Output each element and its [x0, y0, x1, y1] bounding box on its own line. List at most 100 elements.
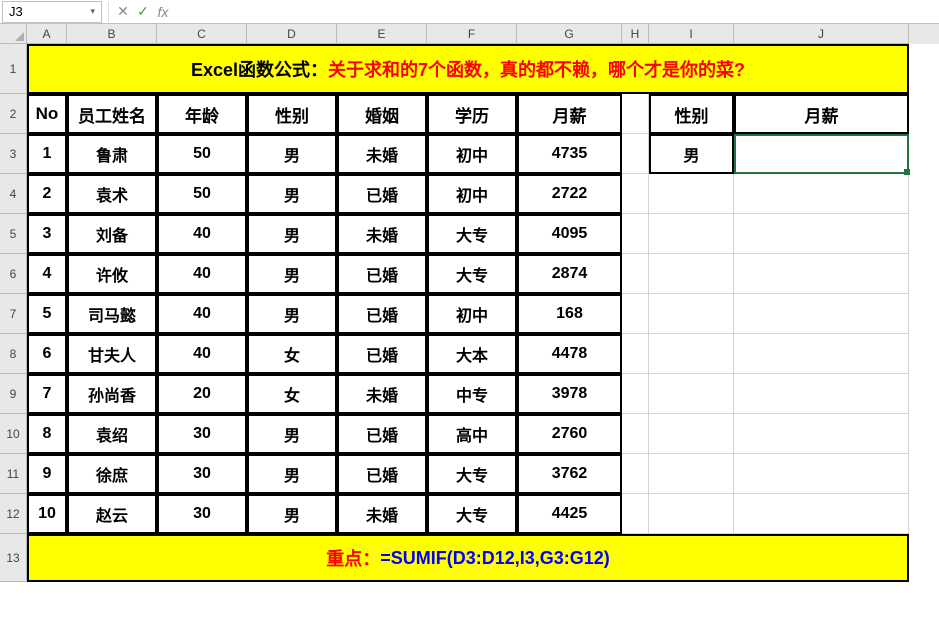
row-header-3[interactable]: 3: [0, 134, 27, 174]
cell-F10[interactable]: 高中: [427, 414, 517, 454]
cell-E6[interactable]: 已婚: [337, 254, 427, 294]
cell-I6[interactable]: [649, 254, 734, 294]
cell-H5[interactable]: [622, 214, 649, 254]
row-header-9[interactable]: 9: [0, 374, 27, 414]
cell-I2[interactable]: 性别: [649, 94, 734, 134]
row-header-7[interactable]: 7: [0, 294, 27, 334]
col-header-A[interactable]: A: [27, 24, 67, 44]
cell-I5[interactable]: [649, 214, 734, 254]
cancel-icon[interactable]: ✕: [113, 2, 133, 22]
row-header-5[interactable]: 5: [0, 214, 27, 254]
cell-I4[interactable]: [649, 174, 734, 214]
col-header-G[interactable]: G: [517, 24, 622, 44]
cell-G6[interactable]: 2874: [517, 254, 622, 294]
cell-E10[interactable]: 已婚: [337, 414, 427, 454]
cell-E2[interactable]: 婚姻: [337, 94, 427, 134]
cell-C2[interactable]: 年龄: [157, 94, 247, 134]
cell-G11[interactable]: 3762: [517, 454, 622, 494]
cell-B3[interactable]: 鲁肃: [67, 134, 157, 174]
cell-G9[interactable]: 3978: [517, 374, 622, 414]
cell-H12[interactable]: [622, 494, 649, 534]
cell-I10[interactable]: [649, 414, 734, 454]
row-header-11[interactable]: 11: [0, 454, 27, 494]
cell-J3[interactable]: [734, 134, 909, 174]
cell-A6[interactable]: 4: [27, 254, 67, 294]
cell-E8[interactable]: 已婚: [337, 334, 427, 374]
cell-E5[interactable]: 未婚: [337, 214, 427, 254]
col-header-F[interactable]: F: [427, 24, 517, 44]
fx-icon[interactable]: fx: [153, 2, 173, 22]
cell-F4[interactable]: 初中: [427, 174, 517, 214]
cell-C7[interactable]: 40: [157, 294, 247, 334]
cell-C12[interactable]: 30: [157, 494, 247, 534]
cell-C10[interactable]: 30: [157, 414, 247, 454]
cell-C5[interactable]: 40: [157, 214, 247, 254]
cell-A10[interactable]: 8: [27, 414, 67, 454]
cell-B8[interactable]: 甘夫人: [67, 334, 157, 374]
cell-D8[interactable]: 女: [247, 334, 337, 374]
cell-B6[interactable]: 许攸: [67, 254, 157, 294]
cell-B7[interactable]: 司马懿: [67, 294, 157, 334]
cell-I7[interactable]: [649, 294, 734, 334]
col-header-D[interactable]: D: [247, 24, 337, 44]
cell-H6[interactable]: [622, 254, 649, 294]
row-header-10[interactable]: 10: [0, 414, 27, 454]
cell-B10[interactable]: 袁绍: [67, 414, 157, 454]
cell-A2[interactable]: No: [27, 94, 67, 134]
row-header-1[interactable]: 1: [0, 44, 27, 94]
cell-C4[interactable]: 50: [157, 174, 247, 214]
cell-E4[interactable]: 已婚: [337, 174, 427, 214]
cell-J4[interactable]: [734, 174, 909, 214]
cell-A9[interactable]: 7: [27, 374, 67, 414]
row-header-12[interactable]: 12: [0, 494, 27, 534]
cell-J8[interactable]: [734, 334, 909, 374]
cell-D12[interactable]: 男: [247, 494, 337, 534]
cell-B4[interactable]: 袁术: [67, 174, 157, 214]
cell-G10[interactable]: 2760: [517, 414, 622, 454]
cell-I11[interactable]: [649, 454, 734, 494]
cell-G5[interactable]: 4095: [517, 214, 622, 254]
cell-H4[interactable]: [622, 174, 649, 214]
row-header-6[interactable]: 6: [0, 254, 27, 294]
cell-H7[interactable]: [622, 294, 649, 334]
title-cell[interactable]: Excel函数公式： 关于求和的7个函数，真的都不赖，哪个才是你的菜?: [27, 44, 909, 94]
col-header-E[interactable]: E: [337, 24, 427, 44]
cell-F7[interactable]: 初中: [427, 294, 517, 334]
cell-A12[interactable]: 10: [27, 494, 67, 534]
cell-D10[interactable]: 男: [247, 414, 337, 454]
cell-J11[interactable]: [734, 454, 909, 494]
cell-H11[interactable]: [622, 454, 649, 494]
cell-I9[interactable]: [649, 374, 734, 414]
cell-J10[interactable]: [734, 414, 909, 454]
cell-J6[interactable]: [734, 254, 909, 294]
cell-G8[interactable]: 4478: [517, 334, 622, 374]
select-all-corner[interactable]: [0, 24, 27, 44]
cell-B9[interactable]: 孙尚香: [67, 374, 157, 414]
row-header-13[interactable]: 13: [0, 534, 27, 582]
col-header-C[interactable]: C: [157, 24, 247, 44]
cell-J5[interactable]: [734, 214, 909, 254]
name-box-dropdown-icon[interactable]: ▾: [90, 6, 95, 17]
cell-F2[interactable]: 学历: [427, 94, 517, 134]
cell-J2[interactable]: 月薪: [734, 94, 909, 134]
cell-C8[interactable]: 40: [157, 334, 247, 374]
cell-A4[interactable]: 2: [27, 174, 67, 214]
cell-A3[interactable]: 1: [27, 134, 67, 174]
col-header-J[interactable]: J: [734, 24, 909, 44]
cell-E12[interactable]: 未婚: [337, 494, 427, 534]
cell-H9[interactable]: [622, 374, 649, 414]
cell-G12[interactable]: 4425: [517, 494, 622, 534]
cell-F5[interactable]: 大专: [427, 214, 517, 254]
cell-I12[interactable]: [649, 494, 734, 534]
cell-D3[interactable]: 男: [247, 134, 337, 174]
formula-input[interactable]: [173, 1, 939, 23]
row-header-4[interactable]: 4: [0, 174, 27, 214]
col-header-H[interactable]: H: [622, 24, 649, 44]
col-header-I[interactable]: I: [649, 24, 734, 44]
cell-C3[interactable]: 50: [157, 134, 247, 174]
cell-G2[interactable]: 月薪: [517, 94, 622, 134]
cell-H10[interactable]: [622, 414, 649, 454]
cell-A7[interactable]: 5: [27, 294, 67, 334]
row-header-8[interactable]: 8: [0, 334, 27, 374]
cell-D7[interactable]: 男: [247, 294, 337, 334]
